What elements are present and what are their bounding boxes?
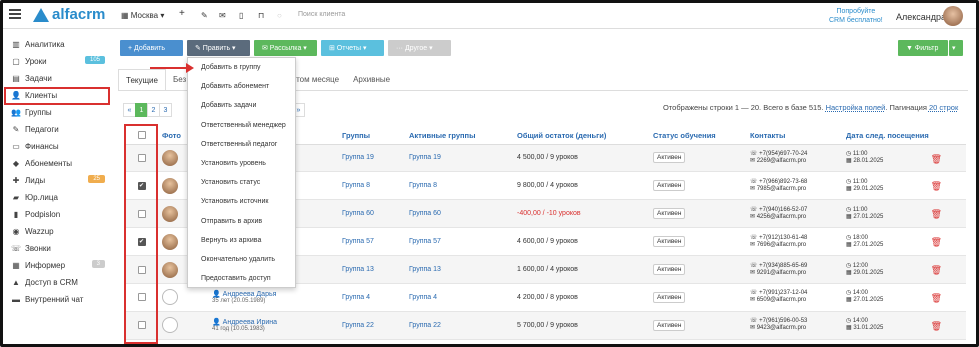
screenshot-frame [0,0,979,347]
